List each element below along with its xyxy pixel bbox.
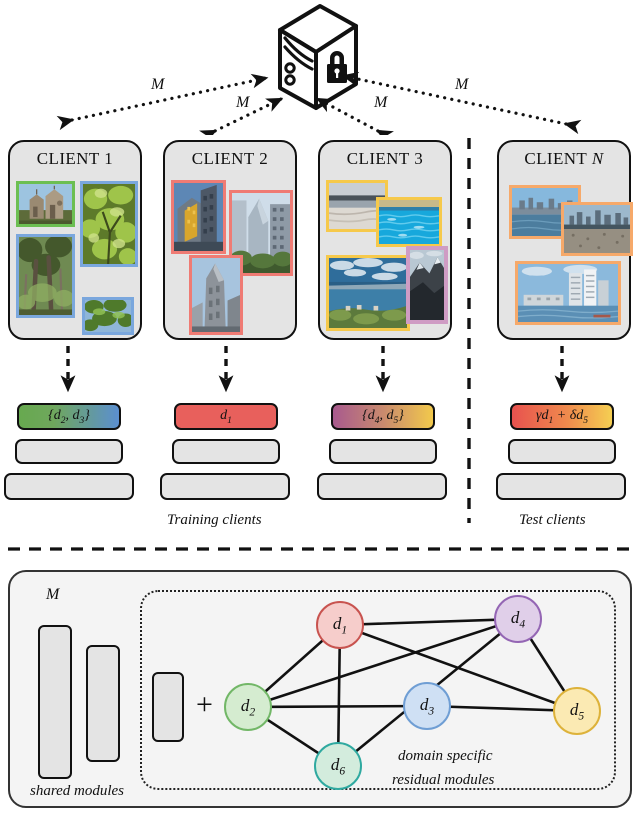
graph-node-d5[interactable]: d5 xyxy=(553,687,601,735)
graph-node-d4-label: d4 xyxy=(510,607,526,631)
graph-node-d2[interactable]: d2 xyxy=(224,683,272,731)
graph-node-d3-label: d3 xyxy=(419,694,435,718)
residual-caption-line1: domain specific xyxy=(398,748,493,764)
graph-node-d5-label: d5 xyxy=(569,699,585,723)
graph-node-d6[interactable]: d6 xyxy=(314,742,362,790)
domain-graph-edges xyxy=(246,617,579,768)
residual-caption-line2: residual modules xyxy=(392,772,495,788)
graph-node-d4[interactable]: d4 xyxy=(494,595,542,643)
graph-node-d2-label: d2 xyxy=(240,695,256,719)
graph-node-d1[interactable]: d1 xyxy=(316,601,364,649)
graph-node-d6-label: d6 xyxy=(330,754,346,778)
graph-node-d3[interactable]: d3 xyxy=(403,682,451,730)
graph-node-d1-label: d1 xyxy=(332,613,348,637)
